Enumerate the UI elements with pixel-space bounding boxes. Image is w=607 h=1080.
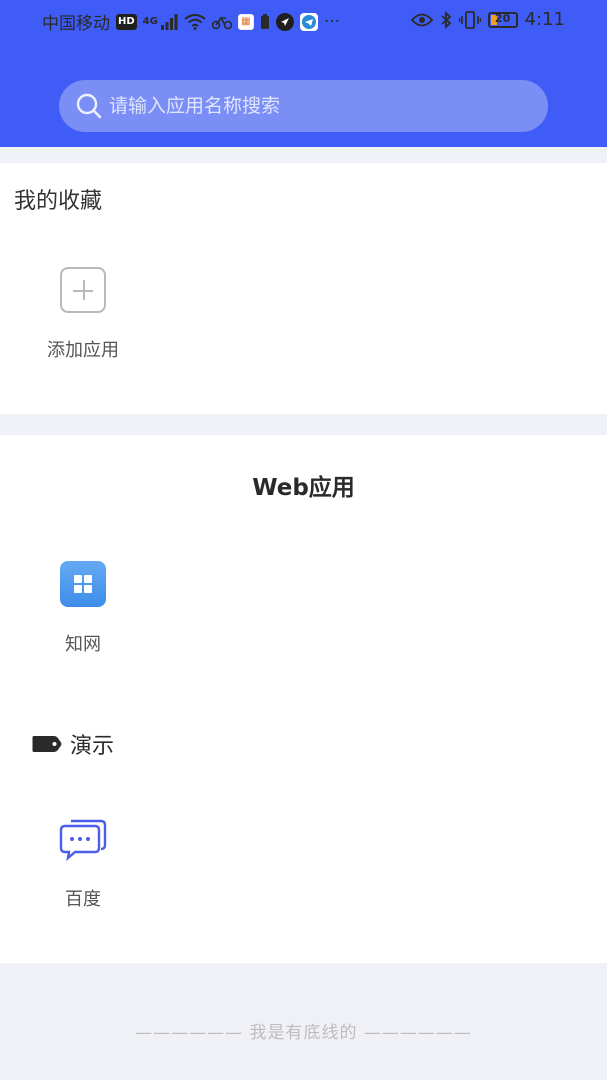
end-of-list-text: —————— 我是有底线的 —————— xyxy=(135,1023,472,1043)
status-bar: 中国移动 HD 4G ▦ ··· 20 4:11 xyxy=(0,0,607,40)
app-tile-zhiwang[interactable]: 知网 xyxy=(33,560,133,656)
add-app-button[interactable]: 添加应用 xyxy=(33,266,133,362)
cycling-icon xyxy=(211,16,232,29)
network-type-label: 4G xyxy=(142,16,158,27)
grid-app-icon xyxy=(59,560,107,608)
search-bar[interactable] xyxy=(59,80,548,132)
app-header: 中国移动 HD 4G ▦ ··· 20 4:11 请输入应用名称搜索 xyxy=(0,0,607,147)
status-bar-right: 20 4:11 xyxy=(410,9,565,30)
tag-group-header: 演示 xyxy=(32,728,114,760)
telegram-icon xyxy=(299,12,318,31)
navigation-icon xyxy=(275,12,294,31)
add-icon xyxy=(59,266,107,314)
notification-app-icon: ▦ xyxy=(237,13,254,30)
search-input[interactable] xyxy=(109,95,489,117)
battery-icon: 20 xyxy=(487,11,518,28)
hd-badge: HD xyxy=(116,13,137,30)
app-tile-baidu[interactable]: 百度 xyxy=(33,815,133,911)
bluetooth-icon xyxy=(440,10,451,29)
app-label-baidu: 百度 xyxy=(65,889,101,910)
web-apps-section: Web应用 知网 演示 百度 xyxy=(0,435,607,963)
favorites-title: 我的收藏 xyxy=(14,189,103,214)
clock: 4:11 xyxy=(524,9,565,30)
status-bar-left: 中国移动 HD 4G ▦ ··· xyxy=(42,9,341,35)
vibrate-icon xyxy=(458,10,481,29)
eye-icon xyxy=(410,13,433,26)
search-icon xyxy=(76,93,102,119)
tag-icon xyxy=(32,736,62,752)
wifi-icon xyxy=(184,13,206,30)
favorites-section: 我的收藏 添加应用 xyxy=(0,163,607,414)
add-app-label: 添加应用 xyxy=(47,340,119,361)
battery-level: 20 xyxy=(494,11,511,25)
more-notifications-icon: ··· xyxy=(323,11,341,32)
app-label-zhiwang: 知网 xyxy=(65,634,101,655)
chat-bubbles-icon xyxy=(59,815,107,863)
battery-saver-icon xyxy=(260,13,269,29)
web-apps-title: Web应用 xyxy=(252,475,355,501)
tag-label: 演示 xyxy=(70,734,115,759)
carrier-label: 中国移动 xyxy=(42,14,110,34)
signal-icon xyxy=(160,13,178,30)
